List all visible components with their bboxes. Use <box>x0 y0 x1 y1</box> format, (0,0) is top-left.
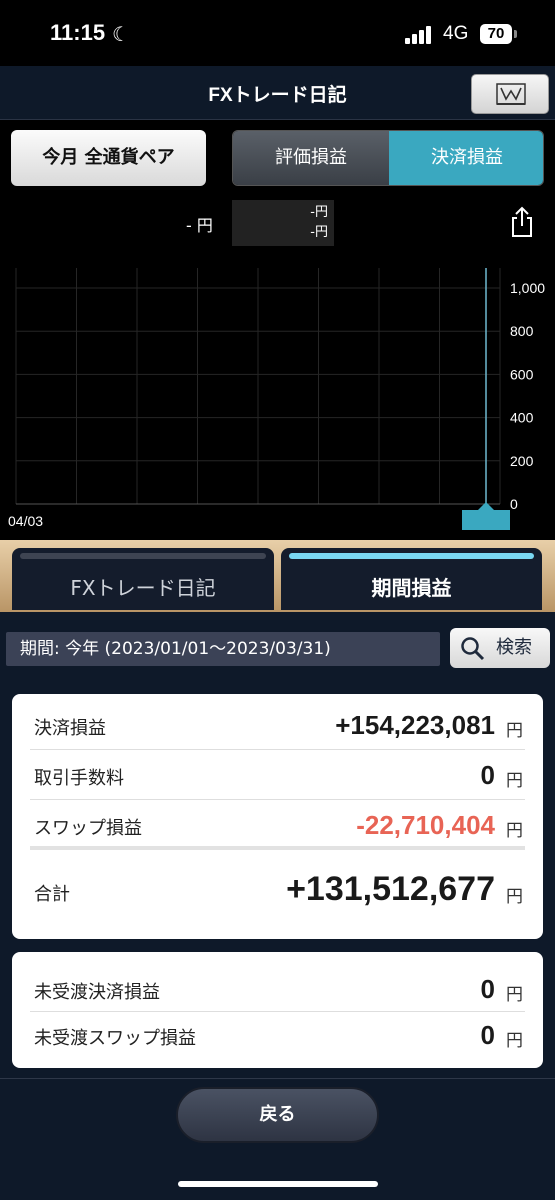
row-value: 0 <box>480 1020 495 1050</box>
chart-button[interactable] <box>471 74 549 114</box>
chart-legend-main: - 円 <box>186 216 213 235</box>
row-label: 未受渡スワップ損益 <box>34 1028 196 1049</box>
row-unit: 円 <box>506 985 523 1005</box>
row-unit: 円 <box>506 821 523 841</box>
row-label: 取引手数料 <box>34 768 124 789</box>
row-unsettled-swap: 未受渡スワップ損益 0 円 <box>30 1012 525 1060</box>
bar-marker <box>478 502 494 510</box>
row-label: スワップ損益 <box>34 818 142 839</box>
period-row: 期間: 今年 (2023/01/01～2023/03/31) 検索 <box>0 612 555 682</box>
segment-unrealized[interactable]: 評価損益 <box>233 131 389 185</box>
chart-legend-box: -円 -円 <box>232 200 334 246</box>
row-commission: 取引手数料 0 円 <box>30 750 525 800</box>
tab-fx-diary[interactable]: FXトレード日記 <box>12 548 274 610</box>
y-tick-label: 1,000 <box>510 280 545 296</box>
x-tick-label: 04/03 <box>8 513 43 529</box>
app-header: FXトレード日記 <box>0 66 555 120</box>
chart-area: - 円 -円 -円 1,000 800 600 400 200 0 04/03 <box>0 196 555 536</box>
y-tick-label: 0 <box>510 496 518 512</box>
search-icon <box>461 637 485 661</box>
y-tick-label: 200 <box>510 453 534 469</box>
tab-label: 期間損益 <box>371 576 452 600</box>
row-value: -22,710,404 <box>356 810 495 840</box>
row-value: +154,223,081 <box>335 710 495 740</box>
unsettled-card: 未受渡決済損益 0 円 未受渡スワップ損益 0 円 <box>12 952 543 1068</box>
tab-indicator-active <box>289 553 534 559</box>
row-label: 決済損益 <box>34 718 106 739</box>
status-time: 11:15 <box>50 20 106 45</box>
battery-icon: 70 <box>480 24 512 44</box>
row-unit: 円 <box>506 771 523 791</box>
segment-realized[interactable]: 決済損益 <box>389 131 543 185</box>
row-label: 合計 <box>34 884 70 905</box>
row-value: 0 <box>480 760 495 790</box>
back-button[interactable]: 戻る <box>176 1087 379 1143</box>
filter-row: 今月 全通貨ペア 評価損益 決済損益 <box>0 120 555 196</box>
row-value: 0 <box>480 974 495 1004</box>
home-indicator <box>178 1181 378 1187</box>
row-unsettled-realized: 未受渡決済損益 0 円 <box>30 964 525 1012</box>
bar <box>462 510 510 530</box>
search-button[interactable]: 検索 <box>450 628 550 668</box>
y-tick-label: 800 <box>510 323 534 339</box>
row-realized-pl: 決済損益 +154,223,081 円 <box>30 702 525 750</box>
row-total: 合計 +131,512,677 円 <box>30 856 525 926</box>
chart-icon <box>496 83 526 105</box>
row-unit: 円 <box>506 1031 523 1051</box>
share-icon[interactable] <box>508 206 536 238</box>
row-swap-pl: スワップ損益 -22,710,404 円 <box>30 800 525 850</box>
period-field[interactable]: 期間: 今年 (2023/01/01～2023/03/31) <box>6 632 440 666</box>
status-bar: 11:15 ☾ 4G 70 <box>0 0 555 66</box>
y-tick-label: 400 <box>510 410 534 426</box>
tab-indicator <box>20 553 266 559</box>
chart-legend-line2: -円 <box>310 225 328 240</box>
network-type: 4G <box>443 23 469 44</box>
battery-tip <box>514 30 517 38</box>
tab-period-pl[interactable]: 期間損益 <box>281 548 542 610</box>
summary-card: 決済損益 +154,223,081 円 取引手数料 0 円 スワップ損益 -22… <box>12 694 543 939</box>
pl-chart: 1,000 800 600 400 200 0 04/03 <box>8 268 545 530</box>
signal-icon <box>405 26 435 44</box>
moon-icon: ☾ <box>112 22 130 46</box>
row-label: 未受渡決済損益 <box>34 982 160 1003</box>
row-value: +131,512,677 <box>286 870 495 908</box>
search-label: 検索 <box>496 637 532 658</box>
tab-label: FXトレード日記 <box>70 576 216 600</box>
chart-legend-line1: -円 <box>310 205 328 220</box>
row-unit: 円 <box>506 887 523 907</box>
y-tick-label: 600 <box>510 366 534 382</box>
row-unit: 円 <box>506 721 523 741</box>
period-currency-button[interactable]: 今月 全通貨ペア <box>11 130 206 186</box>
pl-type-segment: 評価損益 決済損益 <box>232 130 544 186</box>
bottom-bar: 戻る <box>0 1078 555 1200</box>
